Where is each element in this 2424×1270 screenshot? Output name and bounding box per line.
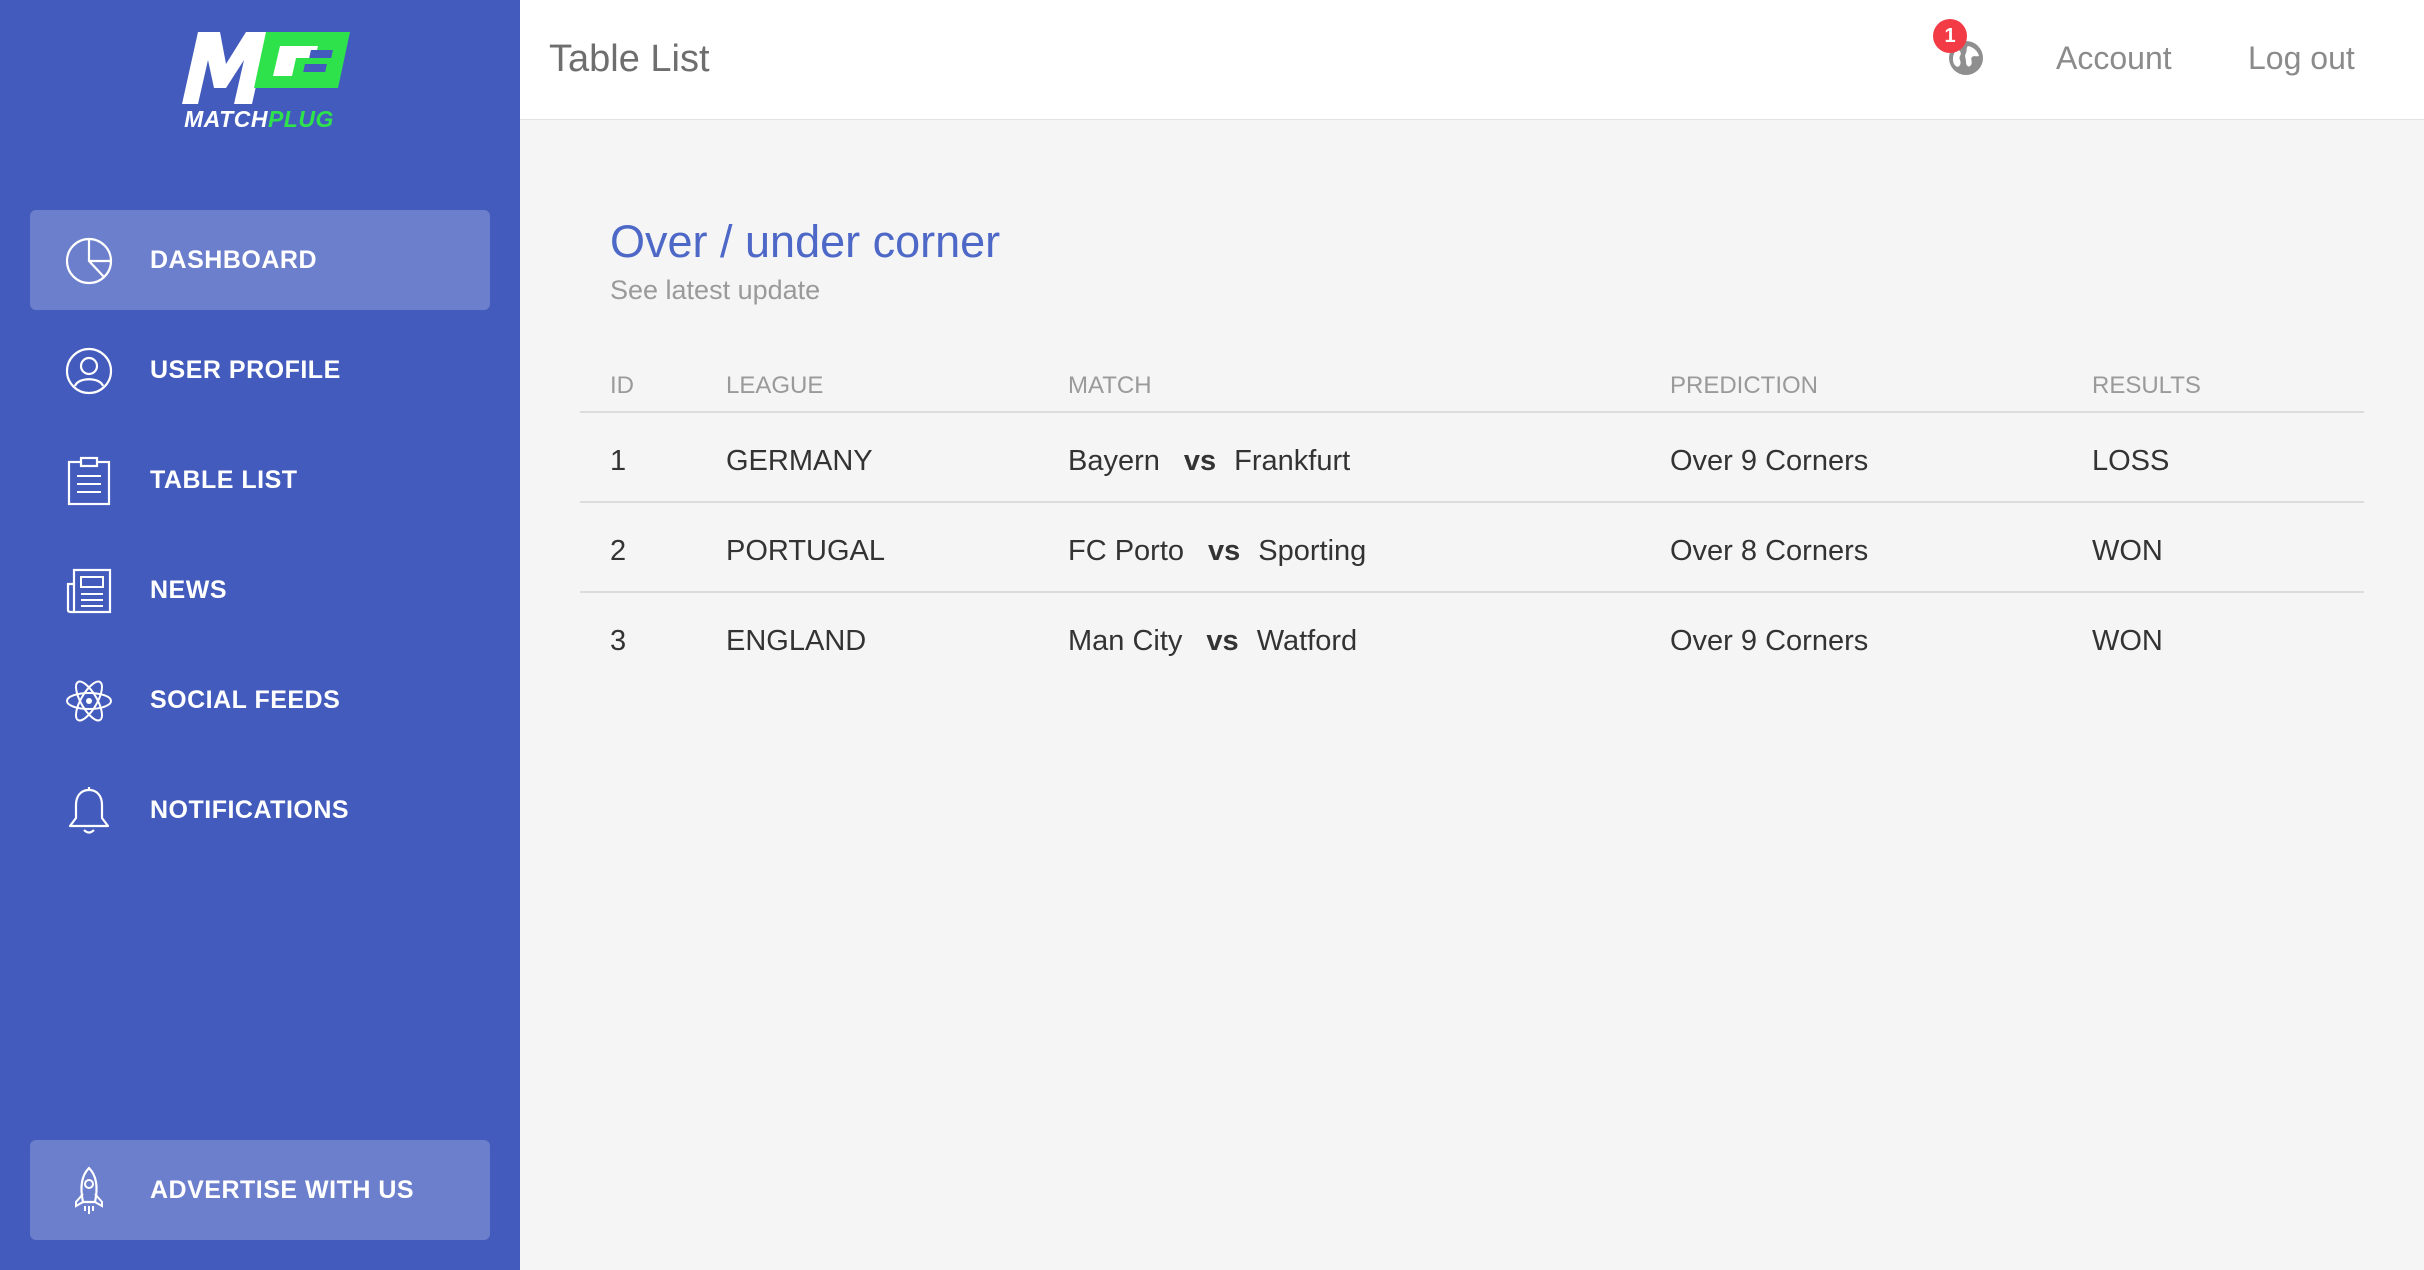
logo-mark-icon: [182, 32, 350, 104]
table-header: ID LEAGUE MATCH PREDICTION RESULTS: [580, 360, 2364, 413]
away-team: Sporting: [1258, 535, 1367, 567]
cell-league: ENGLAND: [726, 625, 867, 657]
cell-id: 2: [610, 535, 627, 567]
newspaper-icon: [66, 568, 112, 614]
logo-wordmark: MATCHPLUG: [184, 106, 334, 132]
bell-icon: [68, 787, 110, 834]
sidebar-item-label: NEWS: [150, 576, 227, 604]
section-subtitle: See latest update: [610, 275, 821, 305]
cell-result: LOSS: [2092, 445, 2170, 477]
cell-id: 1: [610, 445, 627, 477]
sidebar: MATCHPLUG DASHBOARD USER PROFILE TABLE L…: [0, 0, 520, 1270]
table-row: 3 ENGLAND Man City vs Watford Over 9 Corne…: [580, 593, 2364, 683]
user-icon: [65, 347, 113, 395]
advertise-label: ADVERTISE WITH US: [150, 1176, 415, 1204]
vs-label: vs: [1183, 445, 1217, 477]
advertise-button[interactable]: ADVERTISE WITH US: [30, 1140, 490, 1240]
cell-match: FC Porto vs Sporting: [1068, 535, 1366, 568]
logout-link[interactable]: Log out: [2248, 40, 2355, 77]
cell-prediction: Over 9 Corners: [1670, 625, 1869, 657]
matchplug-logo[interactable]: MATCHPLUG: [168, 26, 350, 134]
section-title: Over / under corner: [610, 216, 1001, 267]
sidebar-item-label: USER PROFILE: [150, 356, 341, 384]
home-team: Bayern: [1068, 445, 1160, 477]
cell-result: WON: [2092, 625, 2163, 657]
cell-league: GERMANY: [726, 445, 873, 477]
home-team: FC Porto: [1068, 535, 1185, 567]
column-header-id: ID: [610, 372, 634, 399]
column-header-league: LEAGUE: [726, 372, 824, 399]
home-team: Man City: [1068, 625, 1183, 657]
sidebar-item-label: TABLE LIST: [150, 466, 298, 494]
pie-chart-icon: [65, 237, 113, 285]
sidebar-item-table-list[interactable]: TABLE LIST: [30, 430, 490, 530]
cell-prediction: Over 9 Corners: [1670, 445, 1869, 477]
predictions-table: ID LEAGUE MATCH PREDICTION RESULTS 1 GER…: [580, 360, 2364, 683]
cell-prediction: Over 8 Corners: [1670, 535, 1869, 567]
cell-id: 3: [610, 625, 627, 657]
cell-league: PORTUGAL: [726, 535, 886, 567]
column-header-match: MATCH: [1068, 372, 1152, 399]
notification-badge: 1: [1933, 19, 1967, 53]
sidebar-item-label: NOTIFICATIONS: [150, 796, 350, 824]
column-header-prediction: PREDICTION: [1670, 372, 1819, 399]
cell-match: Bayern vs Frankfurt: [1068, 445, 1350, 478]
away-team: Watford: [1256, 625, 1358, 657]
table-row: 2 PORTUGAL FC Porto vs Sporting Over 8 Cor…: [580, 503, 2364, 593]
sidebar-item-label: SOCIAL FEEDS: [150, 686, 341, 714]
sidebar-item-social-feeds[interactable]: SOCIAL FEEDS: [30, 650, 490, 750]
top-navbar: Table List 1 Account Log out: [520, 0, 2424, 120]
vs-label: vs: [1206, 625, 1239, 657]
sidebar-item-news[interactable]: NEWS: [30, 540, 490, 640]
table-row: 1 GERMANY Bayern vs Frankfurt Over 9 Corne…: [580, 413, 2364, 503]
cell-result: WON: [2092, 535, 2163, 567]
account-link[interactable]: Account: [2056, 40, 2172, 77]
atom-icon: [66, 680, 112, 722]
rocket-icon: [75, 1166, 103, 1214]
page-title: Table List: [549, 38, 710, 80]
clipboard-icon: [67, 456, 111, 506]
column-header-results: RESULTS: [2092, 372, 2201, 399]
sidebar-item-label: DASHBOARD: [150, 246, 317, 274]
away-team: Frankfurt: [1234, 445, 1351, 477]
sidebar-item-dashboard[interactable]: DASHBOARD: [30, 210, 490, 310]
sidebar-item-notifications[interactable]: NOTIFICATIONS: [30, 760, 490, 860]
sidebar-item-user-profile[interactable]: USER PROFILE: [30, 320, 490, 420]
vs-label: vs: [1208, 535, 1241, 567]
cell-match: Man City vs Watford: [1068, 625, 1357, 658]
